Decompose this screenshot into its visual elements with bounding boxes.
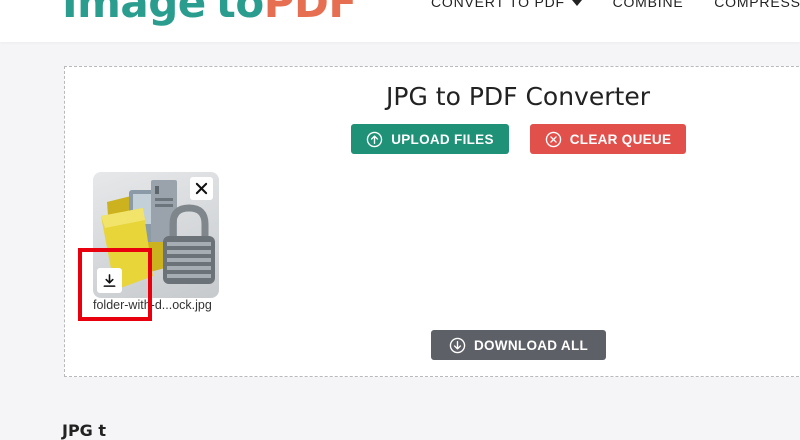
upload-circle-icon	[366, 131, 383, 147]
highlight-annotation	[78, 248, 152, 321]
clear-queue-label: CLEAR QUEUE	[569, 131, 672, 147]
upload-files-label: UPLOAD FILES	[391, 131, 494, 147]
logo-part-pdf: PDF	[263, 0, 357, 27]
logo-part-to: to	[215, 0, 264, 27]
remove-file-button[interactable]	[190, 177, 213, 200]
nav-convert-to-pdf[interactable]: CONVERT TO PDF	[431, 0, 582, 10]
download-all-button[interactable]: DOWNLOAD ALL	[431, 330, 606, 360]
page-title: JPG to PDF Converter	[386, 82, 650, 111]
close-icon	[195, 182, 208, 195]
close-circle-icon	[545, 131, 561, 147]
site-header: Image toPDF CONVERT TO PDF COMBINE COMPRE…	[0, 0, 800, 42]
nav-compress[interactable]: COMPRESS	[714, 0, 800, 10]
chevron-down-icon	[571, 0, 582, 7]
nav-convert-label: CONVERT TO PDF	[431, 0, 565, 10]
clear-queue-button[interactable]: CLEAR QUEUE	[530, 124, 686, 154]
upload-files-button[interactable]: UPLOAD FILES	[351, 124, 509, 154]
logo-part-image: Image	[62, 0, 206, 27]
site-logo[interactable]: Image toPDF	[62, 0, 357, 27]
download-all-label: DOWNLOAD ALL	[473, 337, 589, 353]
main-nav: CONVERT TO PDF COMBINE COMPRESS	[431, 0, 800, 10]
section-heading-partial: JPG t	[62, 421, 107, 440]
nav-combine[interactable]: COMBINE	[613, 0, 684, 10]
download-circle-icon	[449, 337, 466, 353]
